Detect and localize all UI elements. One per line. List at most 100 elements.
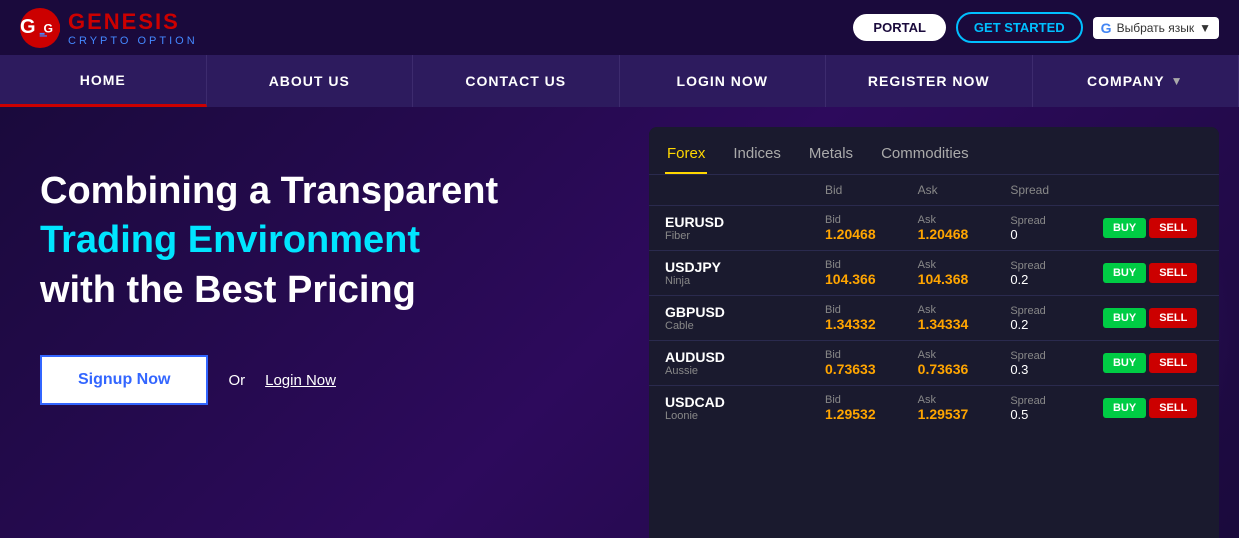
hero-cta: Signup Now Or Login Now — [40, 355, 609, 405]
pair-name: USDCAD — [665, 394, 825, 410]
sell-button[interactable]: SELL — [1149, 263, 1197, 283]
logo: G GENESIS CRYPTO OPTION — [20, 8, 198, 48]
buy-button[interactable]: BUY — [1103, 263, 1146, 283]
sell-button[interactable]: SELL — [1149, 353, 1197, 373]
spread-value: 0 — [1010, 227, 1103, 242]
spread-col: Spread 0.2 — [1010, 305, 1103, 332]
header-spread: Spread — [1010, 183, 1103, 197]
pair-nickname: Ninja — [665, 275, 825, 287]
tab-forex[interactable]: Forex — [665, 139, 707, 174]
get-started-button[interactable]: GET STARTED — [956, 12, 1083, 43]
spread-label: Spread — [1010, 350, 1103, 362]
spread-label: Spread — [1010, 305, 1103, 317]
google-icon: G — [1101, 20, 1112, 36]
logo-text: GENESIS CRYPTO OPTION — [68, 9, 198, 47]
pair-info: EURUSD Fiber — [665, 214, 825, 242]
pair-name: USDJPY — [665, 259, 825, 275]
buy-button[interactable]: BUY — [1103, 398, 1146, 418]
bid-label: Bid — [825, 304, 918, 316]
spread-value: 0.5 — [1010, 407, 1103, 422]
svg-text:G: G — [43, 21, 53, 35]
sell-button[interactable]: SELL — [1149, 308, 1197, 328]
top-right-actions: PORTAL GET STARTED G Выбрать язык ▼ — [853, 12, 1219, 43]
spread-value: 0.3 — [1010, 362, 1103, 377]
sell-button[interactable]: SELL — [1149, 398, 1197, 418]
login-link-button[interactable]: Login Now — [265, 372, 336, 389]
translate-chevron-icon: ▼ — [1199, 21, 1211, 35]
spread-label: Spread — [1010, 395, 1103, 407]
bid-value: 1.20468 — [825, 226, 918, 242]
google-translate[interactable]: G Выбрать язык ▼ — [1093, 17, 1219, 39]
table-row: USDJPY Ninja Bid 104.366 Ask 104.368 Spr… — [649, 250, 1219, 295]
pair-name: EURUSD — [665, 214, 825, 230]
bid-col: Bid 1.20468 — [825, 214, 918, 242]
pair-nickname: Loonie — [665, 410, 825, 422]
header-bid: Bid — [825, 183, 918, 197]
buy-button[interactable]: BUY — [1103, 218, 1146, 238]
tab-commodities[interactable]: Commodities — [879, 139, 971, 174]
bid-value: 1.29532 — [825, 406, 918, 422]
bid-label: Bid — [825, 214, 918, 226]
hero-left: Combining a Transparent Trading Environm… — [0, 107, 649, 538]
header-pair — [665, 183, 825, 197]
hero-title: Combining a Transparent Trading Environm… — [40, 167, 609, 315]
spread-col: Spread 0.3 — [1010, 350, 1103, 377]
buy-button[interactable]: BUY — [1103, 353, 1146, 373]
spread-col: Spread 0 — [1010, 215, 1103, 242]
bid-value: 0.73633 — [825, 361, 918, 377]
pair-info: GBPUSD Cable — [665, 304, 825, 332]
spread-label: Spread — [1010, 215, 1103, 227]
nav-register[interactable]: REGISTER NOW — [826, 55, 1033, 107]
buy-sell-actions: BUY SELL — [1103, 353, 1203, 373]
pair-nickname: Cable — [665, 320, 825, 332]
ask-label: Ask — [918, 259, 1011, 271]
ask-col: Ask 1.20468 — [918, 214, 1011, 242]
nav-about[interactable]: ABOUT US — [207, 55, 414, 107]
spread-value: 0.2 — [1010, 317, 1103, 332]
translate-label: Выбрать язык — [1117, 21, 1195, 35]
bid-value: 104.366 — [825, 271, 918, 287]
bid-col: Bid 0.73633 — [825, 349, 918, 377]
header-actions — [1103, 183, 1203, 197]
nav-home[interactable]: HOME — [0, 55, 207, 107]
top-bar: G GENESIS CRYPTO OPTION PORTAL GET START… — [0, 0, 1239, 55]
ask-value: 104.368 — [918, 271, 1011, 287]
pair-info: USDJPY Ninja — [665, 259, 825, 287]
table-row: AUDUSD Aussie Bid 0.73633 Ask 0.73636 Sp… — [649, 340, 1219, 385]
ask-label: Ask — [918, 304, 1011, 316]
spread-col: Spread 0.2 — [1010, 260, 1103, 287]
pair-nickname: Fiber — [665, 230, 825, 242]
spread-col: Spread 0.5 — [1010, 395, 1103, 422]
signup-button[interactable]: Signup Now — [40, 355, 208, 405]
or-label: Or — [228, 372, 245, 389]
tab-metals[interactable]: Metals — [807, 139, 855, 174]
ask-value: 1.20468 — [918, 226, 1011, 242]
trading-tabs: Forex Indices Metals Commodities — [649, 127, 1219, 175]
logo-icon: G — [20, 8, 60, 48]
company-chevron-icon: ▼ — [1171, 74, 1184, 88]
sell-button[interactable]: SELL — [1149, 218, 1197, 238]
table-header: Bid Ask Spread — [649, 175, 1219, 205]
ask-col: Ask 0.73636 — [918, 349, 1011, 377]
ask-value: 0.73636 — [918, 361, 1011, 377]
ask-col: Ask 1.29537 — [918, 394, 1011, 422]
bid-col: Bid 104.366 — [825, 259, 918, 287]
logo-genesis: GENESIS — [68, 9, 198, 35]
bid-col: Bid 1.34332 — [825, 304, 918, 332]
nav-contact[interactable]: CONTACT US — [413, 55, 620, 107]
portal-button[interactable]: PORTAL — [853, 14, 945, 41]
bid-value: 1.34332 — [825, 316, 918, 332]
ask-value: 1.29537 — [918, 406, 1011, 422]
ask-label: Ask — [918, 214, 1011, 226]
spread-label: Spread — [1010, 260, 1103, 272]
nav-login[interactable]: LOGIN NOW — [620, 55, 827, 107]
buy-sell-actions: BUY SELL — [1103, 398, 1203, 418]
ask-label: Ask — [918, 394, 1011, 406]
table-row: USDCAD Loonie Bid 1.29532 Ask 1.29537 Sp… — [649, 385, 1219, 430]
hero-title-line3: with the Best Pricing — [40, 269, 416, 311]
pair-nickname: Aussie — [665, 365, 825, 377]
tab-indices[interactable]: Indices — [731, 139, 783, 174]
buy-button[interactable]: BUY — [1103, 308, 1146, 328]
nav-company[interactable]: COMPANY ▼ — [1033, 55, 1239, 107]
pair-name: GBPUSD — [665, 304, 825, 320]
